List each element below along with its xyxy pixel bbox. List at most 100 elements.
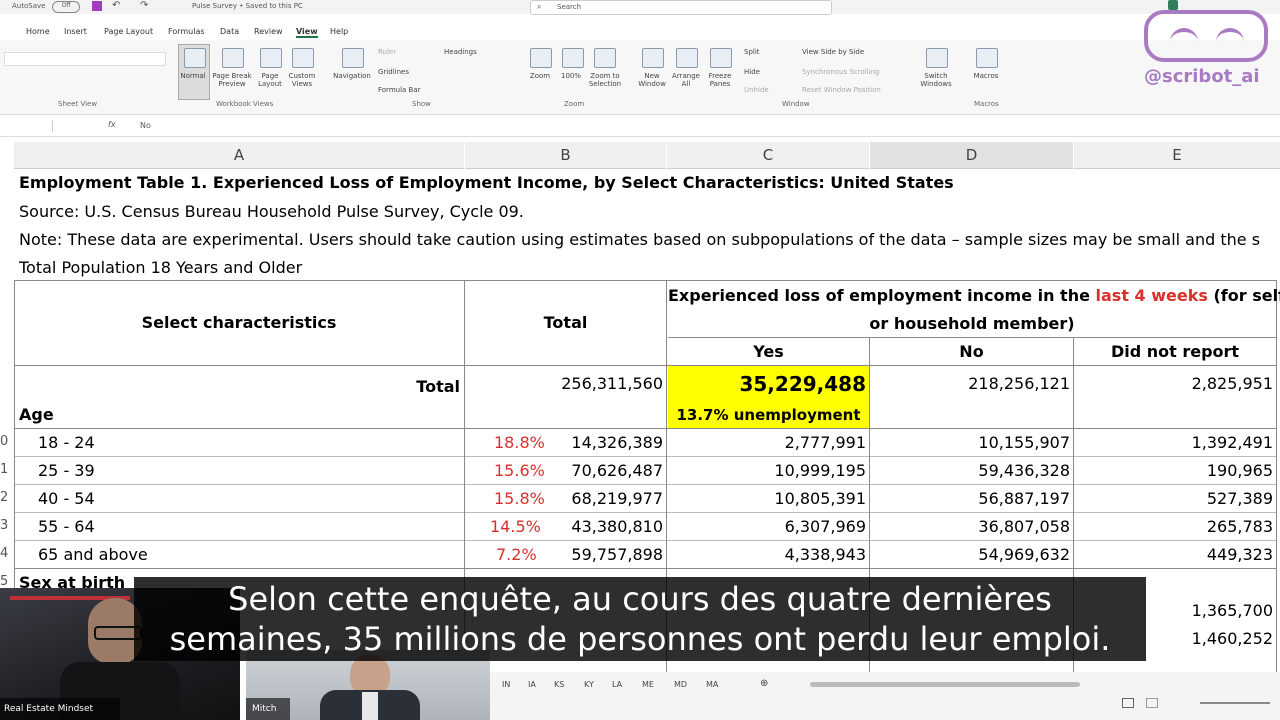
webcam-right-label: Mitch: [252, 704, 277, 714]
sheet-view-dropdown[interactable]: [4, 52, 166, 66]
logo-eye-left: [1170, 28, 1198, 42]
row-header[interactable]: 4: [0, 546, 8, 561]
normal-view-icon[interactable]: [1122, 698, 1134, 708]
page-layout-icon[interactable]: [260, 48, 282, 68]
column-header-a[interactable]: A: [14, 142, 464, 169]
group-zoom: Zoom: [564, 100, 585, 108]
scribot-logo: [1144, 10, 1268, 62]
row-header[interactable]: 0: [0, 434, 8, 449]
custom-views-label[interactable]: Custom Views: [286, 72, 318, 88]
age-row-dnr: 190,965: [1206, 461, 1273, 480]
hide-button[interactable]: Hide: [744, 68, 760, 76]
sheet-tab[interactable]: MD: [674, 680, 687, 689]
autosave-toggle[interactable]: Off: [52, 1, 80, 13]
arrange-all-icon[interactable]: [676, 48, 698, 68]
tab-insert[interactable]: Insert: [64, 27, 87, 36]
page-break-icon[interactable]: [222, 48, 244, 68]
page-layout-label[interactable]: Page Layout: [254, 72, 286, 88]
column-header-b[interactable]: B: [465, 142, 666, 169]
column-header-d[interactable]: D: [870, 142, 1073, 169]
file-name: Pulse Survey • Saved to this PC: [192, 2, 303, 10]
page-break-label[interactable]: Page Break Preview: [210, 72, 254, 88]
age-row-yes: 6,307,969: [784, 517, 866, 536]
headings-checkbox[interactable]: Headings: [444, 48, 477, 56]
switch-windows-label[interactable]: Switch Windows: [912, 72, 960, 88]
header-loss-line2: or household member): [869, 314, 1075, 333]
column-header-c[interactable]: C: [667, 142, 869, 169]
freeze-panes-label[interactable]: Freeze Panes: [702, 72, 738, 88]
redo-icon[interactable]: ↷: [140, 0, 148, 11]
age-row-label: 55 - 64: [38, 517, 95, 536]
navigation-icon[interactable]: [342, 48, 364, 68]
macros-label[interactable]: Macros: [968, 72, 1004, 80]
header-yes: Yes: [753, 342, 784, 361]
tab-review[interactable]: Review: [254, 27, 283, 36]
freeze-panes-icon[interactable]: [710, 48, 732, 68]
age-row-no: 10,155,907: [978, 433, 1070, 452]
sheet-tab[interactable]: IA: [528, 680, 536, 689]
zoom-selection-icon[interactable]: [594, 48, 616, 68]
new-window-icon[interactable]: [642, 48, 664, 68]
zoom-100-label[interactable]: 100%: [556, 72, 586, 80]
account-icon[interactable]: [1168, 0, 1178, 10]
column-header-e[interactable]: E: [1074, 142, 1280, 169]
sheet-tab[interactable]: MA: [706, 680, 718, 689]
tab-home[interactable]: Home: [26, 27, 50, 36]
reset-position-button[interactable]: Reset Window Position: [802, 86, 881, 94]
search-box[interactable]: ⌕ Search: [530, 0, 832, 15]
age-row-total: 14,326,389: [571, 433, 663, 452]
group-workbook-views: Workbook Views: [216, 100, 274, 108]
tab-formulas[interactable]: Formulas: [168, 27, 205, 36]
note-text: Note: These data are experimental. Users…: [19, 230, 1261, 249]
name-box[interactable]: [0, 120, 53, 132]
formula-input[interactable]: No: [140, 121, 151, 130]
sheet-tab[interactable]: ME: [642, 680, 654, 689]
age-row-total: 43,380,810: [571, 517, 663, 536]
page-layout-view-icon[interactable]: [1146, 698, 1158, 708]
grid-line: [14, 365, 1276, 366]
partial-dnr-value: 1,365,700: [1191, 601, 1273, 620]
tab-view[interactable]: View: [296, 27, 318, 38]
fx-icon: fx: [108, 120, 116, 129]
tab-data[interactable]: Data: [220, 27, 239, 36]
undo-icon[interactable]: ↶: [112, 0, 120, 11]
ruler-checkbox[interactable]: Ruler: [378, 48, 396, 56]
age-row-pct: 18.8%: [494, 433, 545, 452]
new-window-label[interactable]: New Window: [634, 72, 670, 88]
unhide-button[interactable]: Unhide: [744, 86, 769, 94]
split-button[interactable]: Split: [744, 48, 760, 56]
zoom-selection-label[interactable]: Zoom to Selection: [586, 72, 624, 88]
row-header[interactable]: 1: [0, 462, 8, 477]
sync-scroll-button[interactable]: Synchronous Scrolling: [802, 68, 879, 76]
row-header[interactable]: 2: [0, 490, 8, 505]
switch-windows-icon[interactable]: [926, 48, 948, 68]
arrange-all-label[interactable]: Arrange All: [670, 72, 702, 88]
caption-line-1: Selon cette enquête, au cours des quatre…: [228, 580, 1052, 618]
sheet-tab[interactable]: LA: [612, 680, 622, 689]
macros-icon[interactable]: [976, 48, 998, 68]
zoom-100-icon[interactable]: [562, 48, 584, 68]
tab-help[interactable]: Help: [330, 27, 348, 36]
sheet-tab[interactable]: KY: [584, 680, 594, 689]
gridlines-checkbox[interactable]: Gridlines: [378, 68, 409, 76]
add-sheet-icon[interactable]: ⊕: [760, 678, 768, 689]
group-sheet-view: Sheet View: [58, 100, 98, 108]
row-header[interactable]: 5: [0, 574, 8, 589]
tab-page-layout[interactable]: Page Layout: [104, 27, 153, 36]
formula-bar-checkbox[interactable]: Formula Bar: [378, 86, 421, 94]
sheet-tab[interactable]: IN: [502, 680, 510, 689]
horizontal-scrollbar[interactable]: [810, 682, 1080, 687]
side-by-side-button[interactable]: View Side by Side: [802, 48, 864, 56]
zoom-icon[interactable]: [530, 48, 552, 68]
age-row-pct: 15.6%: [494, 461, 545, 480]
save-icon[interactable]: [92, 1, 102, 11]
navigation-label[interactable]: Navigation: [330, 72, 374, 80]
zoom-label[interactable]: Zoom: [524, 72, 556, 80]
age-row-label: 25 - 39: [38, 461, 95, 480]
zoom-slider[interactable]: [1200, 702, 1270, 704]
sheet-tab[interactable]: KS: [554, 680, 564, 689]
row-header[interactable]: 3: [0, 518, 8, 533]
sheet-tab-bar: IN IA KS KY LA ME MD MA ⊕: [490, 672, 1280, 720]
custom-views-icon[interactable]: [292, 48, 314, 68]
grid-line: [668, 337, 1276, 338]
